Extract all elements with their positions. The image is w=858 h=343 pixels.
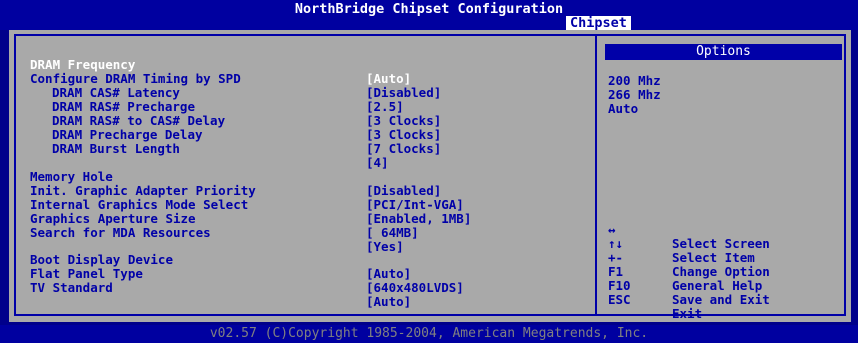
setting-label: DRAM RAS# Precharge — [52, 99, 195, 114]
setting-value[interactable]: [Auto] — [366, 295, 411, 309]
setting-value[interactable]: [Disabled] — [366, 86, 441, 100]
setting-value[interactable]: [Yes] — [366, 240, 404, 254]
setting-init-graphic-adapter-priority[interactable]: Init. Graphic Adapter Priority [PCI/Int-… — [16, 170, 464, 212]
option-item[interactable]: 266 Mhz — [608, 88, 661, 102]
setting-value[interactable]: [3 Clocks] — [366, 128, 441, 142]
setting-dram-frequency[interactable]: DRAM Frequency [Auto] — [16, 44, 411, 86]
copyright-footer: v02.57 (C)Copyright 1985-2004, American … — [0, 325, 858, 343]
setting-value[interactable]: [Auto] — [366, 267, 411, 281]
page-title: NorthBridge Chipset Configuration — [294, 1, 564, 17]
help-desc: Exit — [672, 306, 703, 321]
setting-value[interactable]: [4] — [366, 156, 389, 170]
setting-label: DRAM Burst Length — [52, 141, 180, 156]
setting-internal-graphics-mode[interactable]: Internal Graphics Mode Select [Enabled, … — [16, 184, 471, 226]
help-key: F10 — [608, 278, 631, 293]
setting-dram-ras-to-cas-delay[interactable]: DRAM RAS# to CAS# Delay [3 Clocks] — [16, 100, 441, 142]
options-header: Options — [605, 44, 842, 60]
help-change-option: +- Change Option — [16, 237, 770, 279]
setting-label: Internal Graphics Mode Select — [30, 197, 249, 212]
setting-dram-ras-precharge[interactable]: DRAM RAS# Precharge [3 Clocks] — [16, 86, 441, 128]
setting-label: DRAM CAS# Latency — [52, 85, 180, 100]
setting-label: DRAM Precharge Delay — [52, 127, 203, 142]
panel-divider — [595, 36, 597, 314]
title-bar: NorthBridge Chipset Configuration Chipse… — [0, 0, 858, 30]
help-select-item: ↑↓ Select Item — [16, 223, 755, 265]
help-desc: Save and Exit — [672, 292, 770, 307]
help-general-help: F1 General Help — [16, 251, 762, 293]
setting-value[interactable]: [PCI/Int-VGA] — [366, 198, 464, 212]
setting-value[interactable]: [ 64MB] — [366, 226, 419, 240]
setting-value[interactable]: [7 Clocks] — [366, 142, 441, 156]
help-desc: Change Option — [672, 264, 770, 279]
option-item[interactable]: 200 Mhz — [608, 74, 661, 88]
setting-label: Init. Graphic Adapter Priority — [30, 183, 256, 198]
setting-value[interactable]: [3 Clocks] — [366, 114, 441, 128]
help-desc: Select Item — [672, 250, 755, 265]
tab-chipset[interactable]: Chipset — [566, 16, 631, 30]
option-item[interactable]: Auto — [608, 102, 638, 116]
help-select-screen: ↔ Select Screen — [16, 209, 770, 251]
setting-value[interactable]: [Enabled, 1MB] — [366, 212, 471, 226]
help-key: F1 — [608, 264, 624, 279]
setting-dram-burst-length[interactable]: DRAM Burst Length [4] — [16, 128, 389, 170]
setting-value[interactable]: [Disabled] — [366, 184, 441, 198]
setting-value[interactable]: [2.5] — [366, 100, 404, 114]
setting-value[interactable]: [Auto] — [366, 72, 411, 86]
main-panel: DRAM Frequency [Auto] Configure DRAM Tim… — [9, 30, 851, 322]
help-desc: Select Screen — [672, 236, 770, 251]
help-save-exit: F10 Save and Exit — [16, 265, 770, 307]
setting-label: DRAM RAS# to CAS# Delay — [52, 113, 226, 128]
setting-dram-cas-latency[interactable]: DRAM CAS# Latency [2.5] — [16, 72, 404, 114]
help-exit: ESC Exit — [16, 279, 702, 321]
plus-minus-icon: +- — [608, 250, 624, 265]
help-key: ESC — [608, 292, 631, 307]
setting-dram-precharge-delay[interactable]: DRAM Precharge Delay [7 Clocks] — [16, 114, 441, 156]
settings-frame: DRAM Frequency [Auto] Configure DRAM Tim… — [14, 34, 846, 321]
setting-memory-hole[interactable]: Memory Hole [Disabled] — [16, 156, 441, 198]
left-right-arrow-icon: ↔ — [608, 222, 616, 237]
setting-label: Configure DRAM Timing by SPD — [30, 71, 241, 86]
setting-configure-dram-timing[interactable]: Configure DRAM Timing by SPD [Disabled] — [16, 58, 441, 100]
help-desc: General Help — [672, 278, 763, 293]
setting-value[interactable]: [640x480LVDS] — [366, 281, 464, 295]
up-down-arrow-icon: ↑↓ — [608, 236, 624, 251]
